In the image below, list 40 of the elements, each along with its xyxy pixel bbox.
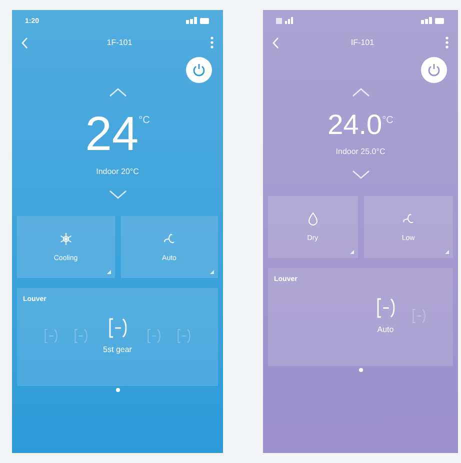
louver-option[interactable] bbox=[176, 328, 192, 344]
page-indicator-icon bbox=[358, 368, 362, 372]
more-icon[interactable] bbox=[210, 36, 214, 49]
louver-icon bbox=[73, 328, 90, 344]
device-title: 1F-101 bbox=[106, 38, 132, 47]
fan-icon bbox=[401, 212, 416, 226]
page-indicator-icon bbox=[116, 388, 120, 392]
indoor-temperature: Indoor 25.0°C bbox=[336, 147, 386, 156]
chevron-up-icon[interactable] bbox=[108, 87, 128, 97]
louver-icon bbox=[374, 297, 396, 319]
louver-option[interactable] bbox=[73, 328, 90, 344]
temperature-unit: °C bbox=[382, 115, 394, 126]
back-icon[interactable] bbox=[21, 36, 29, 48]
temperature-value: 24 bbox=[85, 111, 139, 159]
louver-option[interactable] bbox=[146, 328, 162, 344]
device-title: IF-101 bbox=[350, 38, 374, 47]
louver-icon bbox=[176, 328, 192, 344]
louver-icon bbox=[146, 328, 162, 344]
power-button[interactable] bbox=[421, 57, 447, 83]
indoor-temperature: Indoor 20°C bbox=[96, 167, 139, 176]
battery-icon bbox=[421, 17, 445, 25]
temperature-value: 24.0 bbox=[328, 111, 382, 139]
louver-icon bbox=[106, 317, 128, 339]
louver-option[interactable]: Auto bbox=[374, 297, 396, 334]
power-icon bbox=[192, 63, 206, 77]
chevron-down-icon[interactable] bbox=[108, 190, 128, 200]
snowflake-icon bbox=[58, 232, 73, 246]
louver-option[interactable]: 5st gear bbox=[103, 317, 132, 354]
louver-option[interactable] bbox=[43, 328, 60, 344]
power-icon bbox=[427, 63, 441, 77]
chevron-down-icon[interactable] bbox=[350, 170, 370, 180]
temperature-unit: °C bbox=[138, 115, 150, 126]
battery-icon bbox=[186, 17, 210, 25]
drop-icon bbox=[306, 212, 320, 226]
power-button[interactable] bbox=[186, 57, 212, 83]
fan-icon bbox=[162, 232, 176, 246]
louver-icon bbox=[43, 328, 60, 344]
chevron-up-icon[interactable] bbox=[350, 87, 370, 97]
back-icon[interactable] bbox=[272, 36, 280, 48]
more-icon[interactable] bbox=[445, 36, 449, 49]
